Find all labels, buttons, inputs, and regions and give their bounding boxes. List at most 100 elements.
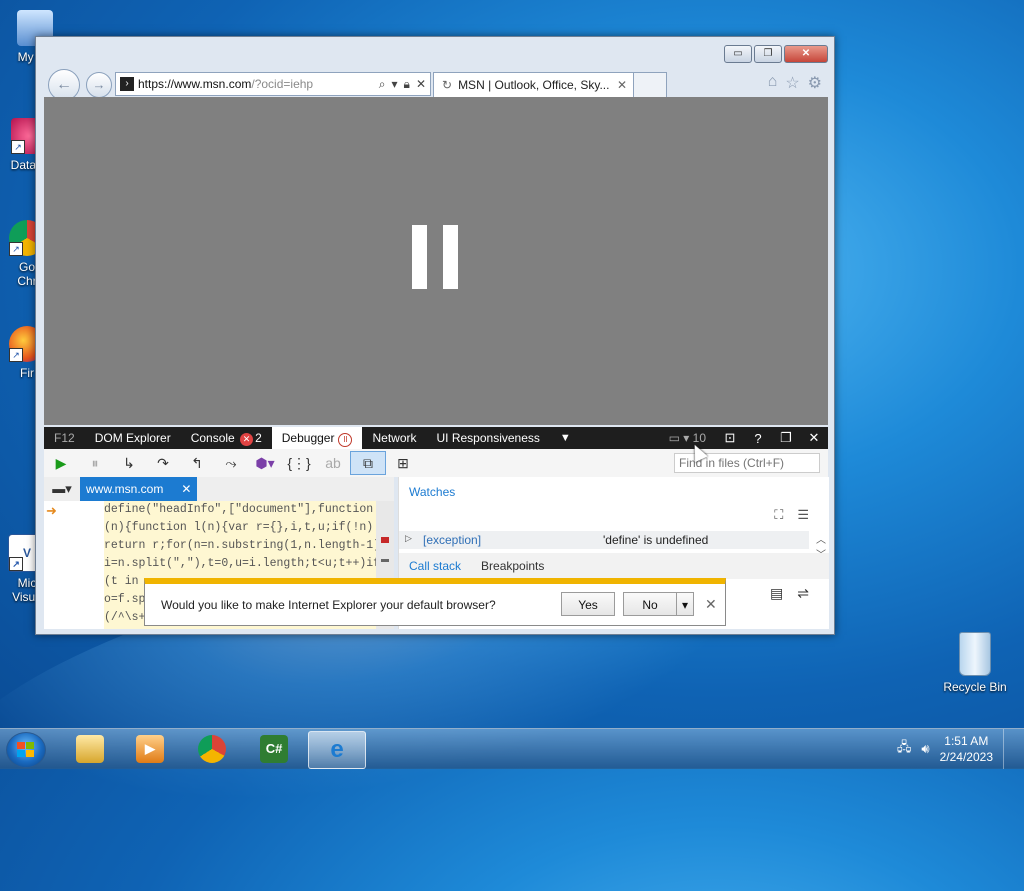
csharp-icon: C# <box>260 735 288 763</box>
clock-date: 2/24/2023 <box>939 750 993 764</box>
file-tab-close-icon[interactable]: ✕ <box>181 477 191 501</box>
home-icon[interactable]: ⌂ <box>768 73 778 93</box>
add-watch-icon[interactable]: ⛶ <box>774 507 783 523</box>
callstack-tabs: Call stack Breakpoints <box>399 553 829 579</box>
yes-button[interactable]: Yes <box>561 592 615 616</box>
word-wrap-icon[interactable]: ab <box>316 455 350 471</box>
taskbar-internet-explorer[interactable]: e <box>308 731 366 769</box>
folder-icon <box>76 735 104 763</box>
taskbar-chrome[interactable] <box>184 731 240 767</box>
desktop-icon-recycle-bin[interactable]: Recycle Bin <box>940 632 1010 694</box>
delete-watches-icon[interactable]: ☰ <box>797 507 809 523</box>
ie-window: ▭ ❐ ✕ ← → › https://www.msn.com/?ocid=ie… <box>35 36 835 635</box>
step-out-icon[interactable]: ↰ <box>180 455 214 472</box>
notification-close-icon[interactable]: ✕ <box>705 596 717 613</box>
browser-tab[interactable]: ↻ MSN | Outlook, Office, Sky... ✕ <box>433 72 634 98</box>
watch-row[interactable]: ▷ [exception] 'define' is undefined <box>399 531 809 549</box>
clock[interactable]: 1:51 AM 2/24/2023 <box>940 733 993 765</box>
tab-close-icon[interactable]: ✕ <box>617 78 627 92</box>
more-tabs-icon[interactable]: ▼ <box>550 427 581 449</box>
desktop-icon-label: Recycle Bin <box>943 680 1007 694</box>
close-devtools-icon[interactable]: ✕ <box>800 430 828 446</box>
file-tabs: ▬▾ www.msn.com ✕ <box>44 477 394 501</box>
console-toggle-icon[interactable]: ⊡ <box>716 430 744 446</box>
code-line: return r;for(n=n.substring(1,n.length-1)… <box>104 539 376 552</box>
forward-arrow-icon: → <box>92 77 106 92</box>
stop-icon[interactable]: ✕ <box>416 77 426 92</box>
break-on-new-worker-icon[interactable]: ⤳ <box>214 455 248 472</box>
tab-network[interactable]: Network <box>362 427 426 449</box>
minimize-button[interactable]: ▭ <box>724 45 752 63</box>
start-button[interactable] <box>6 732 46 768</box>
file-tab-msn[interactable]: www.msn.com ✕ <box>80 477 198 501</box>
tab-breakpoints[interactable]: Breakpoints <box>471 559 554 573</box>
watches-title: Watches <box>409 485 456 499</box>
forward-button[interactable]: → <box>86 72 112 98</box>
expand-icon[interactable]: ▷ <box>405 533 412 544</box>
line-gutter[interactable]: ➜ <box>44 501 104 629</box>
help-icon[interactable]: ? <box>744 431 772 446</box>
watch-scrollbar[interactable]: ︿﹀ <box>813 531 829 561</box>
recycle-bin-icon <box>959 632 991 676</box>
new-tab-button[interactable] <box>634 72 667 98</box>
current-line-arrow-icon: ➜ <box>46 503 57 518</box>
restore-button[interactable]: ❐ <box>754 45 782 63</box>
continue-icon[interactable]: ▶ <box>44 455 78 472</box>
window-controls: ▭ ❐ ✕ <box>724 45 828 63</box>
dropdown-icon[interactable]: ▾ <box>392 77 398 92</box>
exception-behavior-icon[interactable]: ⬢▾ <box>248 455 282 472</box>
address-bar[interactable]: › https://www.msn.com/?ocid=iehp ⌕ ▾ 🔒︎ … <box>115 72 431 96</box>
url-host: https://www.msn.com <box>138 77 252 91</box>
emulation-selector[interactable]: ▭ ▾ 10 <box>659 427 716 449</box>
settings-gear-icon[interactable]: ⚙ <box>808 73 822 93</box>
lock-icon[interactable]: 🔒︎ <box>404 77 410 92</box>
page-content-paused <box>44 97 828 425</box>
pause-icon <box>412 225 458 289</box>
chrome-icon <box>198 735 226 763</box>
devtools-tab-bar: F12 DOM Explorer Console ✕ 2 Debugger II N… <box>44 427 828 449</box>
undock-icon[interactable]: ❐ <box>772 430 800 446</box>
code-line: define("headInfo",["document"],function <box>104 503 374 516</box>
tab-console-label: Console <box>190 431 235 445</box>
tab-console[interactable]: Console ✕ 2 <box>181 427 272 449</box>
break-icon[interactable]: ⏸ <box>78 455 112 472</box>
search-icon[interactable]: ⌕ <box>379 77 386 92</box>
tab-call-stack[interactable]: Call stack <box>399 559 471 573</box>
taskbar-explorer[interactable] <box>62 731 118 767</box>
tab-debugger[interactable]: Debugger II <box>271 427 363 449</box>
source-maps-icon[interactable]: ⊞ <box>386 455 420 472</box>
media-player-icon: ▶ <box>136 735 164 763</box>
volume-icon[interactable]: 🔊︎ <box>921 741 929 757</box>
step-over-icon[interactable]: ↷ <box>146 455 180 472</box>
desktop-icon-label: Fir <box>20 366 34 380</box>
no-button[interactable]: No <box>623 592 677 616</box>
breakpoint-marker <box>381 537 389 543</box>
code-line: (n){function l(n){var r={},i,t,u;if(!n) <box>104 521 374 534</box>
taskbar-media-player[interactable]: ▶ <box>122 731 178 767</box>
devtools-right-tools: ▭ ▾ 10 ⊡ ? ❐ ✕ <box>659 427 828 449</box>
url-path: /?ocid=iehp <box>251 77 314 91</box>
watch-name: [exception] <box>423 533 482 547</box>
show-desktop-button[interactable] <box>1003 729 1016 769</box>
monitor-icon: ▭ ▾ <box>668 431 690 445</box>
internet-explorer-icon: e <box>330 736 344 763</box>
folder-icon[interactable]: ▬▾ <box>44 481 80 497</box>
favorites-star-icon[interactable]: ☆ <box>785 73 799 93</box>
taskbar-csharp[interactable]: C# <box>246 731 302 767</box>
no-dropdown-icon[interactable]: ▾ <box>676 592 694 616</box>
tab-dom-explorer[interactable]: DOM Explorer <box>85 427 181 449</box>
tab-ui-responsiveness[interactable]: UI Responsiveness <box>427 427 550 449</box>
step-into-icon[interactable]: ↳ <box>112 455 146 472</box>
desktop-icon-label-line2: Chr <box>17 274 37 288</box>
debugger-toolbar: ▶ ⏸ ↳ ↷ ↰ ⤳ ⬢▾ {⋮} ab ⧉ ⊞ <box>44 449 828 477</box>
pretty-print-icon[interactable]: {⋮} <box>282 455 316 472</box>
close-button[interactable]: ✕ <box>784 45 828 63</box>
show-library-code-icon[interactable]: ⇌ <box>797 585 809 602</box>
network-icon[interactable]: 🖧︎ <box>897 738 912 760</box>
show-frames-icon[interactable]: ▤ <box>770 585 783 602</box>
desktop-icon-label: Mic <box>17 576 37 590</box>
just-my-code-icon[interactable]: ⧉ <box>350 451 386 475</box>
watch-tools: ⛶ ☰ <box>774 507 809 523</box>
file-tab-label: www.msn.com <box>86 482 164 496</box>
notification-message: Would you like to make Internet Explorer… <box>161 598 496 612</box>
